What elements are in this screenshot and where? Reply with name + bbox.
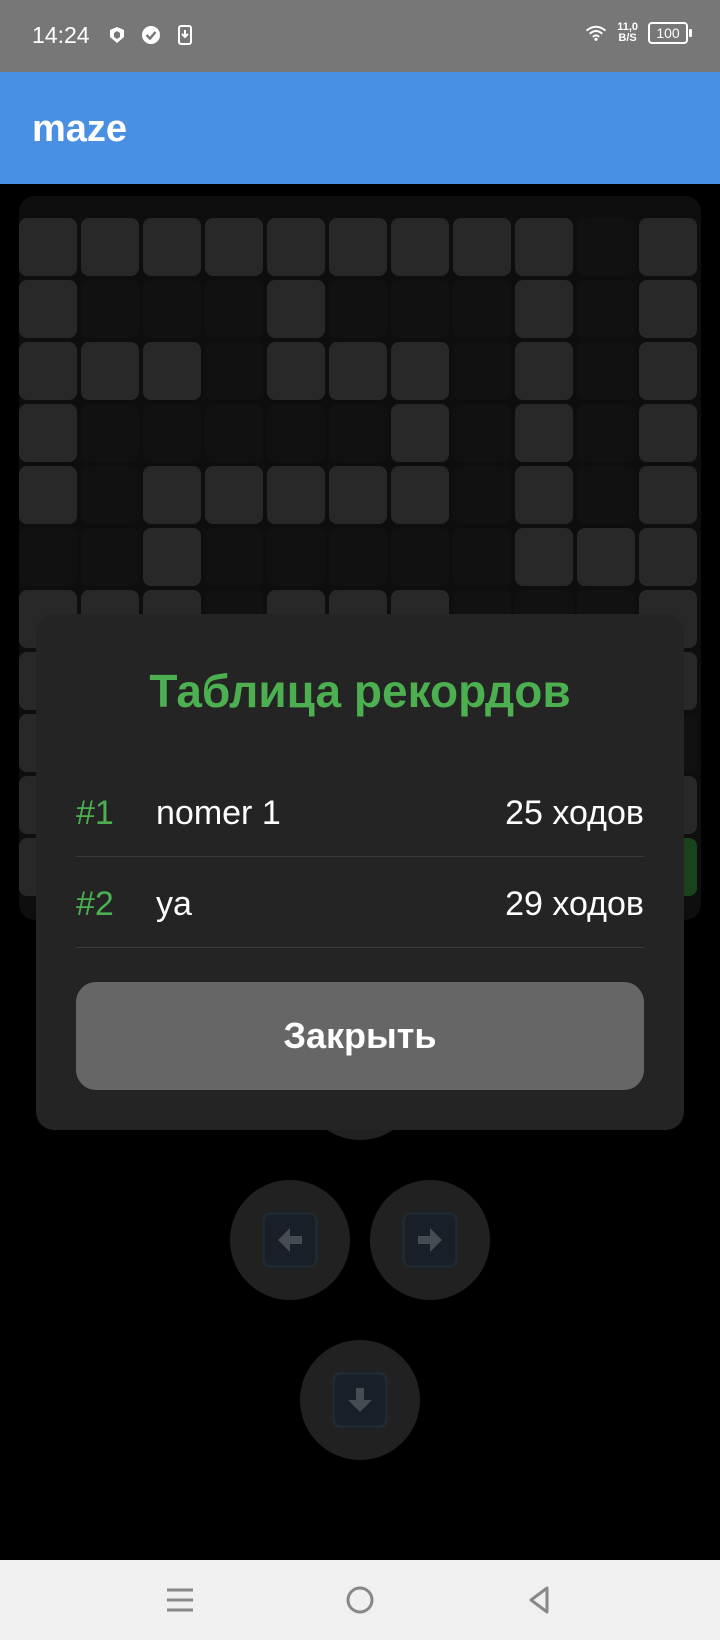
download-icon xyxy=(174,24,196,46)
status-icons-right: 11,0 B/S 100 xyxy=(585,22,692,44)
home-icon[interactable] xyxy=(340,1580,380,1620)
battery-indicator: 100 xyxy=(648,22,692,44)
score-player-name: ya xyxy=(156,885,192,923)
network-speed-unit: B/S xyxy=(618,32,637,44)
dialog-title: Таблица рекордов xyxy=(149,665,571,717)
score-moves: 25 ходов xyxy=(505,794,644,832)
app-title: maze xyxy=(32,108,128,150)
app-bar: maze xyxy=(0,72,720,184)
network-speed: 11,0 B/S xyxy=(617,22,638,44)
status-bar: 14:24 11,0 B/S 100 xyxy=(0,0,720,72)
navigation-bar xyxy=(0,1560,720,1640)
check-circle-icon xyxy=(140,24,162,46)
shield-icon xyxy=(106,24,128,46)
status-time: 14:24 xyxy=(32,22,90,48)
wifi-icon xyxy=(585,22,607,44)
score-moves: 29 ходов xyxy=(505,885,644,923)
score-row: #2 ya 29 ходов xyxy=(76,857,644,948)
menu-icon[interactable] xyxy=(160,1580,200,1620)
score-row: #1 nomer 1 25 ходов xyxy=(76,766,644,857)
status-icons-left xyxy=(106,24,196,46)
close-button[interactable]: Закрыть xyxy=(76,982,644,1090)
score-player-name: nomer 1 xyxy=(156,794,281,832)
leaderboard-dialog: Таблица рекордов #1 nomer 1 25 ходов #2 … xyxy=(36,614,684,1130)
score-rank: #2 xyxy=(76,885,114,923)
score-rank: #1 xyxy=(76,794,114,832)
back-icon[interactable] xyxy=(520,1580,560,1620)
